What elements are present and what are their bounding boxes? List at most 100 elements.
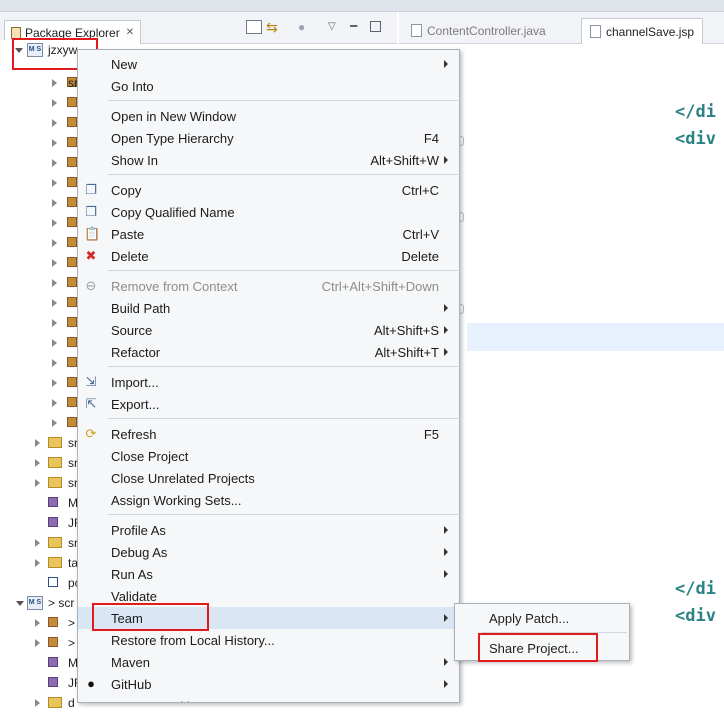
collapsed-arrow-icon[interactable] bbox=[35, 619, 40, 627]
collapsed-arrow-icon[interactable] bbox=[52, 119, 57, 127]
menu-item-label: Source bbox=[111, 323, 153, 338]
menu-item-delete[interactable]: ✖ Delete Delete bbox=[78, 245, 459, 267]
library-icon bbox=[48, 517, 58, 527]
collapsed-arrow-icon[interactable] bbox=[52, 279, 57, 287]
collapsed-arrow-icon[interactable] bbox=[52, 259, 57, 267]
collapsed-arrow-icon[interactable] bbox=[52, 79, 57, 87]
collapsed-arrow-icon[interactable] bbox=[52, 399, 57, 407]
github-icon: ● bbox=[87, 676, 95, 691]
source-folder-icon bbox=[48, 477, 62, 488]
menu-item-shortcut: Ctrl+Alt+Shift+Down bbox=[321, 279, 439, 294]
menu-item-open-type-hierarchy[interactable]: Open Type Hierarchy F4 bbox=[78, 127, 459, 149]
menu-item-label: Build Path bbox=[111, 301, 171, 316]
menu-item-label: Close Unrelated Projects bbox=[111, 471, 255, 486]
collapsed-arrow-icon[interactable] bbox=[35, 539, 40, 547]
menu-item-compare-with[interactable]: Compare With bbox=[78, 695, 459, 702]
menu-item-copy-qualified-name[interactable]: ❐ Copy Qualified Name bbox=[78, 201, 459, 223]
menu-item-label: Run As bbox=[111, 567, 153, 582]
collapsed-arrow-icon[interactable] bbox=[52, 379, 57, 387]
menu-item-new[interactable]: New bbox=[78, 53, 459, 75]
collapsed-arrow-icon[interactable] bbox=[52, 219, 57, 227]
library-icon bbox=[48, 497, 58, 507]
collapsed-arrow-icon[interactable] bbox=[52, 179, 57, 187]
collapsed-arrow-icon[interactable] bbox=[52, 299, 57, 307]
link-with-editor-icon[interactable]: ⇆ bbox=[266, 20, 282, 34]
menu-item-close-unrelated-projects[interactable]: Close Unrelated Projects bbox=[78, 467, 459, 489]
package-icon bbox=[67, 117, 77, 127]
menu-item-build-path[interactable]: Build Path bbox=[78, 297, 459, 319]
tab-content-controller[interactable]: ContentController.java bbox=[403, 18, 554, 44]
menu-item-copy[interactable]: ❐ Copy Ctrl+C bbox=[78, 179, 459, 201]
collapsed-arrow-icon[interactable] bbox=[35, 559, 40, 567]
maximize-icon[interactable] bbox=[370, 21, 381, 32]
expanded-arrow-icon[interactable] bbox=[16, 601, 24, 606]
menu-item-label: Open Type Hierarchy bbox=[111, 131, 234, 146]
collapsed-arrow-icon[interactable] bbox=[52, 199, 57, 207]
menu-item-refresh[interactable]: ⟳ Refresh F5 bbox=[78, 423, 459, 445]
menu-item-show-in[interactable]: Show In Alt+Shift+W bbox=[78, 149, 459, 171]
menu-item-label: Copy bbox=[111, 183, 142, 198]
focus-task-icon[interactable]: ● bbox=[298, 20, 314, 34]
collapsed-arrow-icon[interactable] bbox=[52, 319, 57, 327]
minimize-icon[interactable]: ━ bbox=[350, 20, 366, 34]
collapsed-arrow-icon[interactable] bbox=[52, 159, 57, 167]
menu-item-label: Open in New Window bbox=[111, 109, 236, 124]
menu-item-close-project[interactable]: Close Project bbox=[78, 445, 459, 467]
submenu-arrow-icon bbox=[444, 680, 448, 688]
menu-item-label: Go Into bbox=[111, 79, 154, 94]
collapsed-arrow-icon[interactable] bbox=[35, 699, 40, 707]
menu-item-label: New bbox=[111, 57, 138, 72]
collapsed-arrow-icon[interactable] bbox=[52, 339, 57, 347]
view-menu-icon[interactable]: ▽ bbox=[328, 20, 344, 34]
menu-item-debug-as[interactable]: Debug As bbox=[78, 541, 459, 563]
menu-item-export[interactable]: ⇱ Export... bbox=[78, 393, 459, 415]
menu-item-import[interactable]: ⇲ Import... bbox=[78, 371, 459, 393]
menu-item-maven[interactable]: Maven bbox=[78, 651, 459, 673]
apply-patch-item[interactable]: Apply Patch... bbox=[455, 607, 629, 629]
submenu-arrow-icon bbox=[444, 614, 448, 622]
collapsed-arrow-icon[interactable] bbox=[52, 99, 57, 107]
menu-item-label: Paste bbox=[111, 227, 145, 242]
menu-item-assign-working-sets[interactable]: Assign Working Sets... bbox=[78, 489, 459, 511]
submenu-arrow-icon bbox=[444, 156, 448, 164]
collapsed-arrow-icon[interactable] bbox=[52, 239, 57, 247]
menu-separator bbox=[108, 418, 458, 419]
close-icon[interactable]: ✕ bbox=[126, 27, 134, 38]
source-folder-icon bbox=[48, 557, 62, 568]
tab-channel-save[interactable]: channelSave.jsp bbox=[581, 18, 704, 44]
package-icon bbox=[67, 97, 77, 107]
menu-item-profile-as[interactable]: Profile As bbox=[78, 519, 459, 541]
menu-item-run-as[interactable]: Run As bbox=[78, 563, 459, 585]
highlight-share-project-box bbox=[478, 633, 598, 662]
menu-item-source[interactable]: Source Alt+Shift+S bbox=[78, 319, 459, 341]
collapsed-arrow-icon[interactable] bbox=[35, 479, 40, 487]
collapsed-arrow-icon[interactable] bbox=[35, 639, 40, 647]
menu-item-label: Refresh bbox=[111, 427, 157, 442]
tree-row-label: d bbox=[68, 696, 75, 710]
menu-item-open-in-new-window[interactable]: Open in New Window bbox=[78, 105, 459, 127]
remove-context-icon: ⊖ bbox=[85, 278, 97, 293]
collapsed-arrow-icon[interactable] bbox=[52, 419, 57, 427]
source-folder-icon bbox=[48, 537, 62, 548]
menu-item-github[interactable]: ● GitHub bbox=[78, 673, 459, 695]
collapsed-arrow-icon[interactable] bbox=[52, 359, 57, 367]
menu-item-label: Export... bbox=[111, 397, 160, 412]
current-line-highlight bbox=[467, 323, 724, 351]
collapsed-arrow-icon[interactable] bbox=[52, 139, 57, 147]
collapsed-arrow-icon[interactable] bbox=[35, 459, 40, 467]
collapsed-arrow-icon[interactable] bbox=[35, 439, 40, 447]
menu-item-paste[interactable]: 📋 Paste Ctrl+V bbox=[78, 223, 459, 245]
menu-item-refactor[interactable]: Refactor Alt+Shift+T bbox=[78, 341, 459, 363]
package-icon bbox=[67, 217, 77, 227]
code-line: <div bbox=[675, 606, 716, 626]
menu-item-go-into[interactable]: Go Into bbox=[78, 75, 459, 97]
submenu-arrow-icon bbox=[444, 548, 448, 556]
menu-item-label: Debug As bbox=[111, 545, 168, 560]
java-file-icon bbox=[411, 24, 422, 37]
menu-item-restore-from-local-history[interactable]: Restore from Local History... bbox=[78, 629, 459, 651]
menu-item-label: Delete bbox=[111, 249, 149, 264]
code-line: </di bbox=[675, 102, 716, 122]
submenu-arrow-icon bbox=[444, 526, 448, 534]
package-icon bbox=[67, 237, 77, 247]
collapse-all-icon[interactable] bbox=[246, 20, 262, 34]
